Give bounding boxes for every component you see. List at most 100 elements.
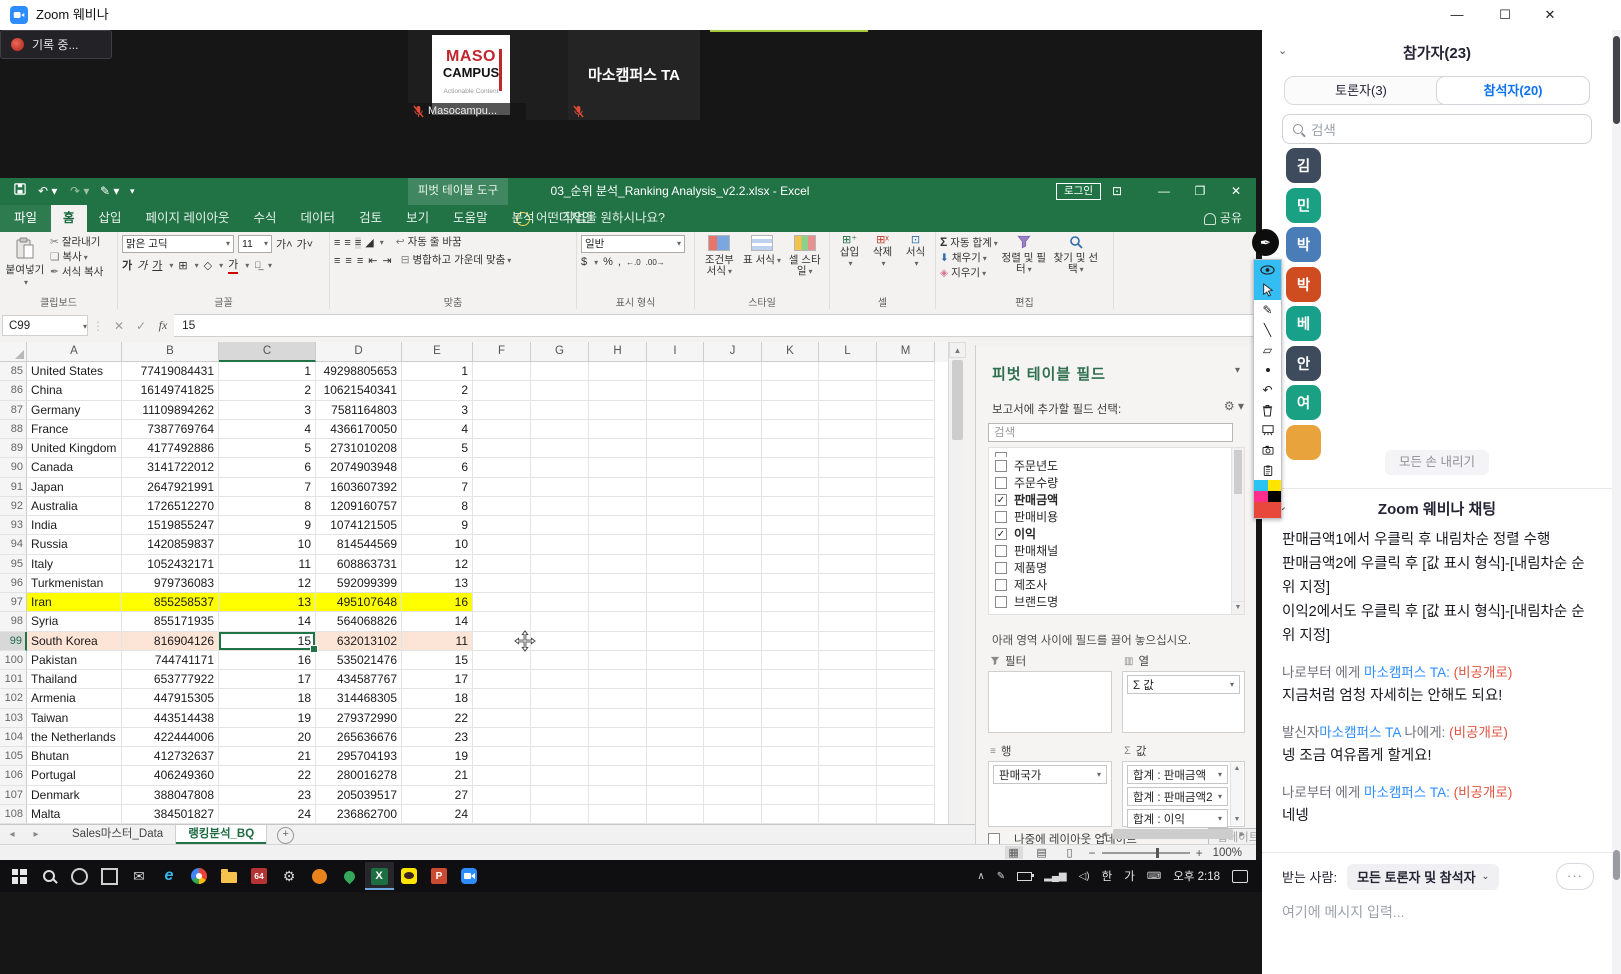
cell-A87[interactable]: Germany [27,401,122,420]
cell-K102[interactable] [762,689,819,708]
cell-F108[interactable] [473,805,531,824]
participant-row[interactable]: 김 [1262,146,1612,186]
cell-E104[interactable]: 23 [402,728,473,747]
scroll-right-icon[interactable]: ▸ [1236,825,1248,844]
row-header-85[interactable]: 85 [0,362,27,381]
cell-A103[interactable]: Taiwan [27,709,122,728]
menu-tab-분석[interactable]: 분석 [500,205,547,232]
cell-E103[interactable]: 22 [402,709,473,728]
cell-G105[interactable] [531,747,589,766]
add-sheet-button[interactable]: + [277,827,294,844]
cell-A107[interactable]: Denmark [27,786,122,805]
cell-G87[interactable] [531,401,589,420]
field-checkbox[interactable] [995,562,1007,574]
increase-indent-icon[interactable]: ⇥ [382,254,391,267]
excel-restore-button[interactable]: ❐ [1184,178,1216,205]
cell-M101[interactable] [877,670,935,689]
cell-E96[interactable]: 13 [402,574,473,593]
cell-K105[interactable] [762,747,819,766]
recording-indicator[interactable]: 기록 중... [0,30,112,59]
cell-C87[interactable]: 3 [219,401,316,420]
cell-C102[interactable]: 18 [219,689,316,708]
cell-L107[interactable] [819,786,877,805]
cell-G96[interactable] [531,574,589,593]
cut-button[interactable]: ✂잘라내기 [50,235,103,250]
bold-button[interactable]: 가 [122,257,132,273]
cell-A93[interactable]: India [27,516,122,535]
cell-J95[interactable] [704,555,762,574]
cell-I93[interactable] [647,516,704,535]
sheet-tab-Sales마스터_Data[interactable]: Sales마스터_Data [60,825,176,844]
cell-M94[interactable] [877,535,935,554]
cell-C89[interactable]: 5 [219,439,316,458]
cell-G106[interactable] [531,766,589,785]
cell-L100[interactable] [819,651,877,670]
cell-A92[interactable]: Australia [27,497,122,516]
taskbar-powerpoint[interactable]: P [425,862,454,890]
field-checkbox[interactable] [995,596,1007,608]
insert-cells-button[interactable]: ⊞⁺삽입▾ [834,235,865,296]
row-header-96[interactable]: 96 [0,574,27,593]
cell-D90[interactable]: 2074903948 [316,458,402,477]
cell-A100[interactable]: Pakistan [27,651,122,670]
cell-E97[interactable]: 16 [402,593,473,612]
zoom-in-icon[interactable]: + [1196,846,1203,860]
cancel-icon[interactable]: ✕ [108,319,130,333]
scrollbar-thumb[interactable] [952,360,963,440]
cell-A99[interactable]: South Korea [27,632,122,651]
cell-M93[interactable] [877,516,935,535]
cell-K85[interactable] [762,362,819,381]
zoom-level[interactable]: 100% [1213,847,1242,859]
cell-B94[interactable]: 1420859837 [122,535,219,554]
cell-B87[interactable]: 11109894262 [122,401,219,420]
cell-J94[interactable] [704,535,762,554]
field-row-주문년도[interactable]: 주문년도 [989,457,1244,474]
cell-J90[interactable] [704,458,762,477]
battery-icon[interactable] [1017,872,1032,881]
cell-J93[interactable] [704,516,762,535]
scrollbar-thumb[interactable] [1113,829,1233,839]
field-checkbox[interactable] [995,452,1007,458]
cell-I104[interactable] [647,728,704,747]
taskbar-settings[interactable]: ⚙ [275,862,304,890]
cell-H96[interactable] [589,574,647,593]
cell-H108[interactable] [589,805,647,824]
row-header-106[interactable]: 106 [0,766,27,785]
column-header-J[interactable]: J [704,342,762,362]
cell-F101[interactable] [473,670,531,689]
clock[interactable]: 오후 2:18 [1173,868,1220,884]
conditional-formatting-button[interactable]: 조건부 서식▾ [699,235,740,296]
enter-icon[interactable]: ✓ [130,319,152,333]
cell-J102[interactable] [704,689,762,708]
minimize-button[interactable]: — [1440,0,1474,30]
draw-tool[interactable]: ╲ [1254,320,1281,340]
cell-L87[interactable] [819,401,877,420]
cell-C106[interactable]: 22 [219,766,316,785]
menu-tab-보기[interactable]: 보기 [394,205,441,232]
cell-I96[interactable] [647,574,704,593]
cell-J106[interactable] [704,766,762,785]
menu-tab-수식[interactable]: 수식 [242,205,289,232]
italic-button[interactable]: 가 [137,257,147,273]
cell-E102[interactable]: 18 [402,689,473,708]
cell-I89[interactable] [647,439,704,458]
cell-G100[interactable] [531,651,589,670]
keyboard-icon[interactable]: ⌨ [1147,871,1161,882]
lower-all-hands-button[interactable]: 모든 손 내리기 [1385,450,1489,475]
zoom-slider-thumb[interactable] [1156,848,1159,858]
cell-K92[interactable] [762,497,819,516]
insert-function-icon[interactable]: fx [152,318,174,333]
format-cells-button[interactable]: ⊡서식▾ [900,235,931,296]
cell-F105[interactable] [473,747,531,766]
rows-area-box[interactable]: 판매국가▾ [988,761,1112,827]
cell-J88[interactable] [704,420,762,439]
cell-M96[interactable] [877,574,935,593]
cell-H97[interactable] [589,593,647,612]
cell-I85[interactable] [647,362,704,381]
tab-file[interactable]: 파일 [0,205,51,232]
cell-G86[interactable] [531,381,589,400]
cell-M99[interactable] [877,632,935,651]
cell-I106[interactable] [647,766,704,785]
cell-E98[interactable]: 14 [402,612,473,631]
cell-D88[interactable]: 4366170050 [316,420,402,439]
